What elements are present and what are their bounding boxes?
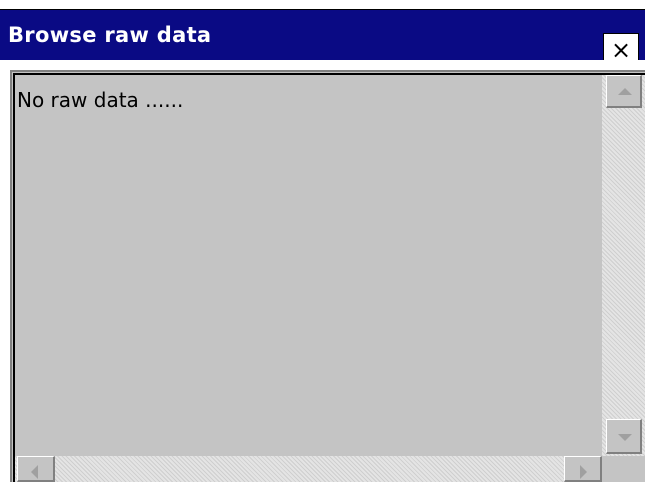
chevron-left-icon — [31, 465, 38, 479]
raw-data-text: No raw data ...... — [17, 88, 184, 112]
scroll-up-button[interactable] — [606, 75, 642, 108]
raw-data-text-view[interactable] — [13, 73, 645, 482]
scroll-right-button[interactable] — [564, 456, 602, 482]
window-title: Browse raw data — [8, 23, 212, 47]
scroll-left-button[interactable] — [17, 456, 55, 482]
close-icon: × — [610, 35, 632, 64]
chevron-down-icon — [618, 434, 632, 441]
horizontal-scrollbar[interactable] — [15, 456, 602, 482]
chevron-right-icon — [580, 465, 587, 479]
vertical-scrollbar[interactable] — [602, 75, 645, 456]
title-bar[interactable]: Browse raw data × — [0, 10, 645, 66]
scrollbar-corner — [602, 456, 645, 482]
chevron-up-icon — [618, 88, 632, 95]
scroll-down-button[interactable] — [606, 419, 642, 454]
